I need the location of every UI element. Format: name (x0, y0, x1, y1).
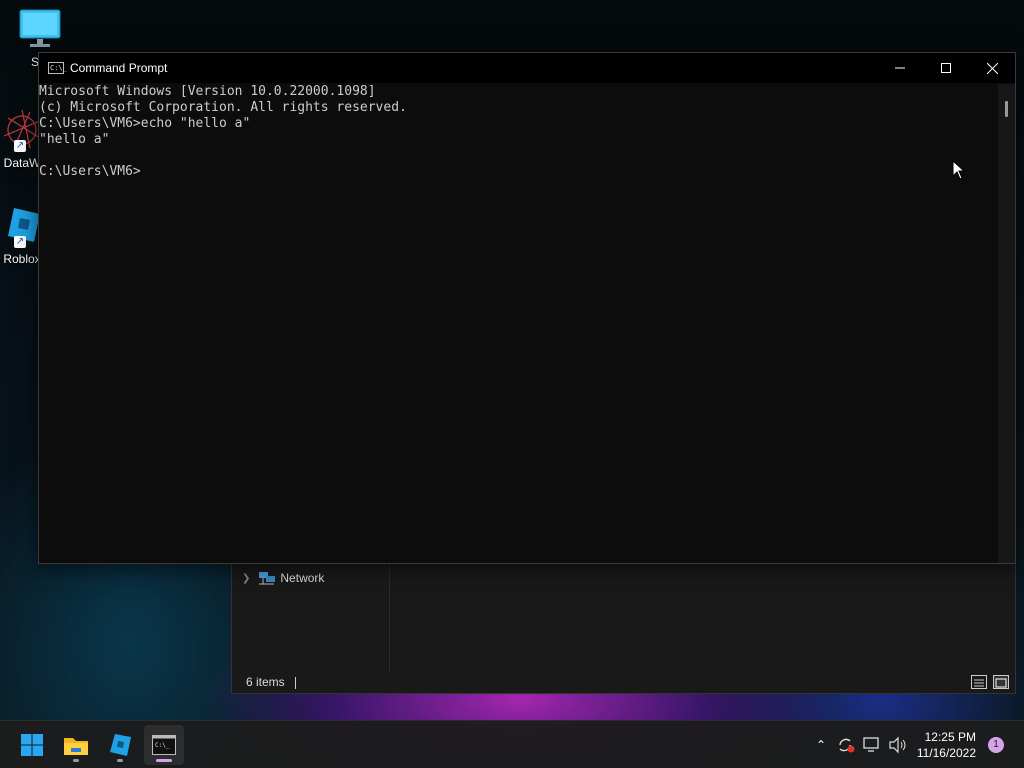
taskbar-command-prompt[interactable]: C:\_ (144, 725, 184, 765)
console-line: C:\Users\VM6>echo "hello a" (39, 116, 251, 131)
windows-logo-icon (21, 734, 43, 756)
navigation-pane: ❯ Network (232, 561, 390, 673)
console-line: Microsoft Windows [Version 10.0.22000.10… (39, 84, 376, 99)
view-toggle-group (971, 675, 1009, 689)
system-tray: ⌃ (812, 721, 908, 768)
taskbar: C:\_ ⌃ 12:25 PM 11/16/2022 1 (0, 720, 1024, 768)
clock-date: 11/16/2022 (916, 746, 976, 760)
console-output[interactable]: Microsoft Windows [Version 10.0.22000.10… (39, 84, 999, 563)
window-title: Command Prompt (70, 61, 168, 75)
window-titlebar[interactable]: C:\_ Command Prompt (39, 53, 1015, 83)
chevron-right-icon[interactable]: ❯ (242, 573, 250, 584)
monitor-icon (19, 9, 61, 47)
maximize-icon (941, 63, 951, 73)
shortcut-arrow-icon: ↗ (14, 140, 26, 152)
svg-text:C:\_: C:\_ (155, 742, 170, 749)
clock-time: 12:25 PM (924, 730, 976, 744)
start-button[interactable] (12, 725, 52, 765)
terminal-icon: C:\_ (48, 62, 67, 74)
running-indicator (117, 759, 123, 762)
running-indicator (73, 759, 79, 762)
terminal-icon: C:\_ (152, 735, 176, 755)
status-separator (294, 676, 296, 689)
active-indicator (156, 759, 172, 762)
window-controls (877, 53, 1015, 83)
network-icon (259, 572, 276, 585)
nav-item-network[interactable]: ❯ Network (242, 571, 324, 585)
console-line: "hello a" (39, 132, 110, 147)
maximize-button[interactable] (923, 53, 969, 83)
network-status-icon[interactable] (862, 736, 882, 754)
details-view-icon[interactable] (971, 675, 987, 689)
close-button[interactable] (969, 53, 1015, 83)
large-icons-view-icon[interactable] (993, 675, 1009, 689)
folder-icon (64, 738, 88, 755)
taskbar-roblox-studio[interactable] (100, 725, 140, 765)
clock[interactable]: 12:25 PM 11/16/2022 (917, 729, 976, 761)
file-explorer-window[interactable]: ❯ Network 6 items (231, 560, 1016, 694)
scrollbar-thumb[interactable] (1005, 101, 1008, 117)
item-count: 6 items (246, 675, 285, 689)
command-prompt-window[interactable]: C:\_ Command Prompt Microsoft Windows [V… (38, 52, 1016, 564)
mouse-pointer-icon (952, 160, 966, 180)
minimize-icon (895, 67, 905, 69)
shortcut-arrow-icon: ↗ (14, 236, 26, 248)
notification-badge[interactable]: 1 (988, 737, 1004, 753)
explorer-status-bar: 6 items (246, 675, 296, 689)
volume-icon[interactable] (888, 736, 908, 754)
console-prompt-line[interactable]: C:\Users\VM6> (39, 164, 999, 180)
taskbar-file-explorer[interactable] (56, 725, 96, 765)
sync-warning-icon[interactable] (836, 736, 856, 754)
nav-item-network-label: Network (280, 571, 325, 585)
close-icon (986, 62, 998, 74)
roblox-studio-icon (110, 734, 131, 756)
minimize-button[interactable] (877, 53, 923, 83)
console-line: (c) Microsoft Corporation. All rights re… (39, 100, 407, 115)
vertical-scrollbar[interactable] (998, 84, 1015, 563)
show-hidden-icons-chevron-up-icon[interactable]: ⌃ (812, 738, 830, 752)
